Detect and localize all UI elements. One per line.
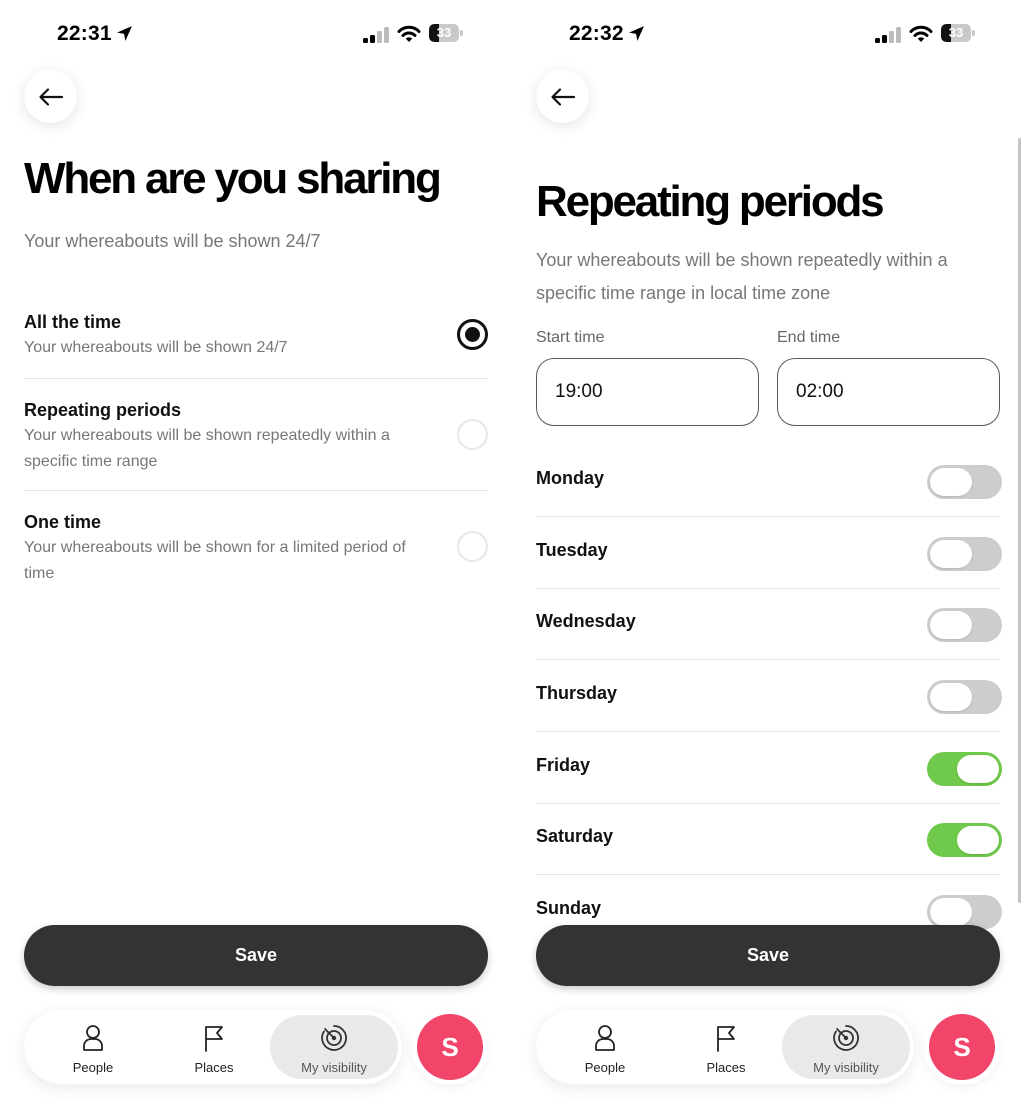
radio-button[interactable] xyxy=(457,419,488,450)
nav-label: People xyxy=(72,1060,114,1075)
start-time-label: Start time xyxy=(536,329,605,346)
day-label: Monday xyxy=(536,468,605,488)
day-toggle[interactable] xyxy=(927,465,1002,499)
end-time-input[interactable] xyxy=(777,358,1000,426)
option-title: All the time xyxy=(24,312,122,332)
nav-people[interactable]: People xyxy=(544,1015,666,1079)
bottom-nav: People Places My visibility xyxy=(24,1010,402,1084)
radio-button-selected[interactable] xyxy=(457,319,488,350)
status-bar: 22:31 33 xyxy=(0,18,512,52)
radio-button[interactable] xyxy=(457,531,488,562)
day-row-wednesday[interactable]: Wednesday xyxy=(536,588,1002,660)
nav-my-visibility[interactable]: My visibility xyxy=(270,1015,398,1079)
flag-icon xyxy=(205,1026,223,1052)
status-time: 22:32 xyxy=(569,22,624,45)
save-button[interactable]: Save xyxy=(24,925,488,986)
nav-label: My visibility xyxy=(813,1060,879,1075)
day-row-thursday[interactable]: Thursday xyxy=(536,660,1002,732)
wifi-icon xyxy=(909,25,933,42)
cellular-signal-icon xyxy=(363,27,389,43)
option-one-time[interactable]: One time Your whereabouts will be shown … xyxy=(24,510,488,587)
start-time-input[interactable] xyxy=(536,358,759,426)
avatar[interactable]: S xyxy=(417,1014,483,1080)
day-label: Thursday xyxy=(536,683,618,703)
divider xyxy=(24,490,488,491)
option-description: Your whereabouts will be shown for a lim… xyxy=(24,539,406,582)
day-label: Wednesday xyxy=(536,611,636,631)
option-repeating-periods[interactable]: Repeating periods Your whereabouts will … xyxy=(24,398,488,475)
location-arrow-icon xyxy=(117,26,132,41)
nav-my-visibility[interactable]: My visibility xyxy=(782,1015,910,1079)
wifi-icon xyxy=(397,25,421,42)
day-label: Tuesday xyxy=(536,540,608,560)
nav-places[interactable]: Places xyxy=(154,1015,274,1079)
nav-label: Places xyxy=(194,1060,234,1075)
page-title: When are you sharing xyxy=(24,154,442,203)
day-row-friday[interactable]: Friday xyxy=(536,732,1002,804)
page-title: Repeating periods xyxy=(536,177,885,226)
flag-icon xyxy=(717,1026,735,1052)
nav-label: My visibility xyxy=(301,1060,367,1075)
status-bar: 22:32 33 xyxy=(512,18,1024,52)
option-all-the-time[interactable]: All the time Your whereabouts will be sh… xyxy=(24,310,488,361)
arrow-left-icon xyxy=(550,87,575,106)
day-toggle[interactable] xyxy=(927,823,1002,857)
nav-label: People xyxy=(584,1060,626,1075)
avatar[interactable]: S xyxy=(929,1014,995,1080)
person-icon xyxy=(595,1025,615,1051)
arrow-left-icon xyxy=(38,87,63,106)
nav-places[interactable]: Places xyxy=(666,1015,786,1079)
day-row-tuesday[interactable]: Tuesday xyxy=(536,517,1002,589)
back-button[interactable] xyxy=(24,70,77,123)
option-description: Your whereabouts will be shown 24/7 xyxy=(24,339,288,356)
day-toggle[interactable] xyxy=(927,895,1002,929)
save-button[interactable]: Save xyxy=(536,925,1000,986)
day-toggle[interactable] xyxy=(927,608,1002,642)
visibility-radar-icon xyxy=(833,1025,859,1051)
status-time: 22:31 xyxy=(57,22,112,45)
day-toggle[interactable] xyxy=(927,752,1002,786)
battery-indicator: 33 xyxy=(941,24,975,42)
day-row-monday[interactable]: Monday xyxy=(536,445,1002,517)
cellular-signal-icon xyxy=(875,27,901,43)
bottom-nav: People Places My visibility xyxy=(536,1010,914,1084)
day-toggle[interactable] xyxy=(927,537,1002,571)
option-title: One time xyxy=(24,512,102,532)
nav-people[interactable]: People xyxy=(32,1015,154,1079)
day-label: Saturday xyxy=(536,826,614,846)
page-subtitle: Your whereabouts will be shown 24/7 xyxy=(24,231,321,251)
day-toggle[interactable] xyxy=(927,680,1002,714)
nav-label: Places xyxy=(706,1060,746,1075)
scrollbar[interactable] xyxy=(1018,138,1021,903)
page-subtitle: Your whereabouts will be shown repeatedl… xyxy=(536,250,948,303)
location-arrow-icon xyxy=(629,26,644,41)
repeating-periods-screen: 22:32 33 Repeating periods Your whereabo… xyxy=(512,0,1024,1109)
option-title: Repeating periods xyxy=(24,400,182,420)
person-icon xyxy=(83,1025,103,1051)
divider xyxy=(24,378,488,379)
back-button[interactable] xyxy=(536,70,589,123)
day-label: Friday xyxy=(536,755,591,775)
option-description: Your whereabouts will be shown repeatedl… xyxy=(24,427,390,470)
visibility-radar-icon xyxy=(321,1025,347,1051)
end-time-label: End time xyxy=(777,329,841,346)
when-sharing-screen: 22:31 33 When are you sharing Your where… xyxy=(0,0,512,1109)
battery-indicator: 33 xyxy=(429,24,463,42)
day-label: Sunday xyxy=(536,898,602,918)
day-row-saturday[interactable]: Saturday xyxy=(536,803,1002,875)
